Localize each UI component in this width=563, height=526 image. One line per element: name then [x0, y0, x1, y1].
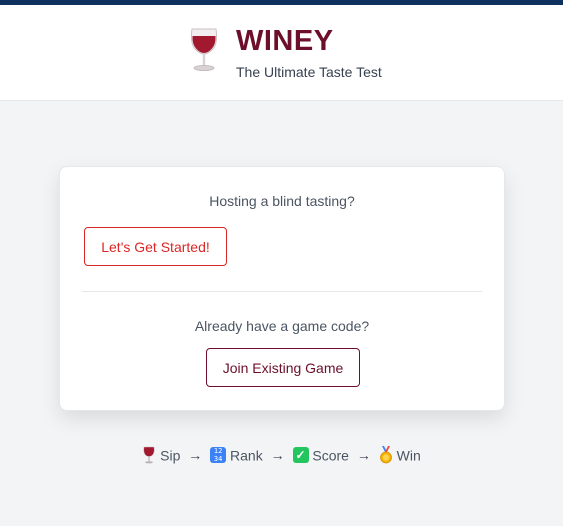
flow-step-label: Win: [396, 447, 421, 464]
start-game-button[interactable]: Let's Get Started!: [84, 227, 227, 266]
app-title: WINEY: [236, 25, 334, 57]
flow-step-label: Score: [312, 447, 349, 464]
start-card: Hosting a blind tasting? Let's Get Start…: [59, 166, 505, 411]
rank-numbers-icon: 12 34: [210, 447, 227, 464]
flow-step-label: Rank: [230, 447, 263, 464]
flow-arrow: →: [270, 447, 285, 464]
flow-step-label: Sip: [160, 447, 181, 464]
check-mark-icon: ✓: [292, 447, 309, 464]
flow-arrow: →: [356, 447, 371, 464]
host-prompt: Hosting a blind tasting?: [209, 193, 355, 209]
medal-icon: [379, 446, 393, 464]
site-header: WINEY The Ultimate Taste Test: [0, 5, 563, 101]
wine-glass-icon: [142, 446, 156, 464]
join-prompt: Already have a game code?: [194, 318, 370, 334]
wine-glass-icon: [186, 27, 222, 73]
divider: [82, 291, 482, 292]
app-tagline: The Ultimate Taste Test: [236, 64, 382, 80]
flow-arrow: →: [188, 447, 203, 464]
join-game-button[interactable]: Join Existing Game: [206, 348, 360, 387]
game-flow: Sip → 12 34 Rank → ✓ Score → Win: [0, 444, 563, 465]
